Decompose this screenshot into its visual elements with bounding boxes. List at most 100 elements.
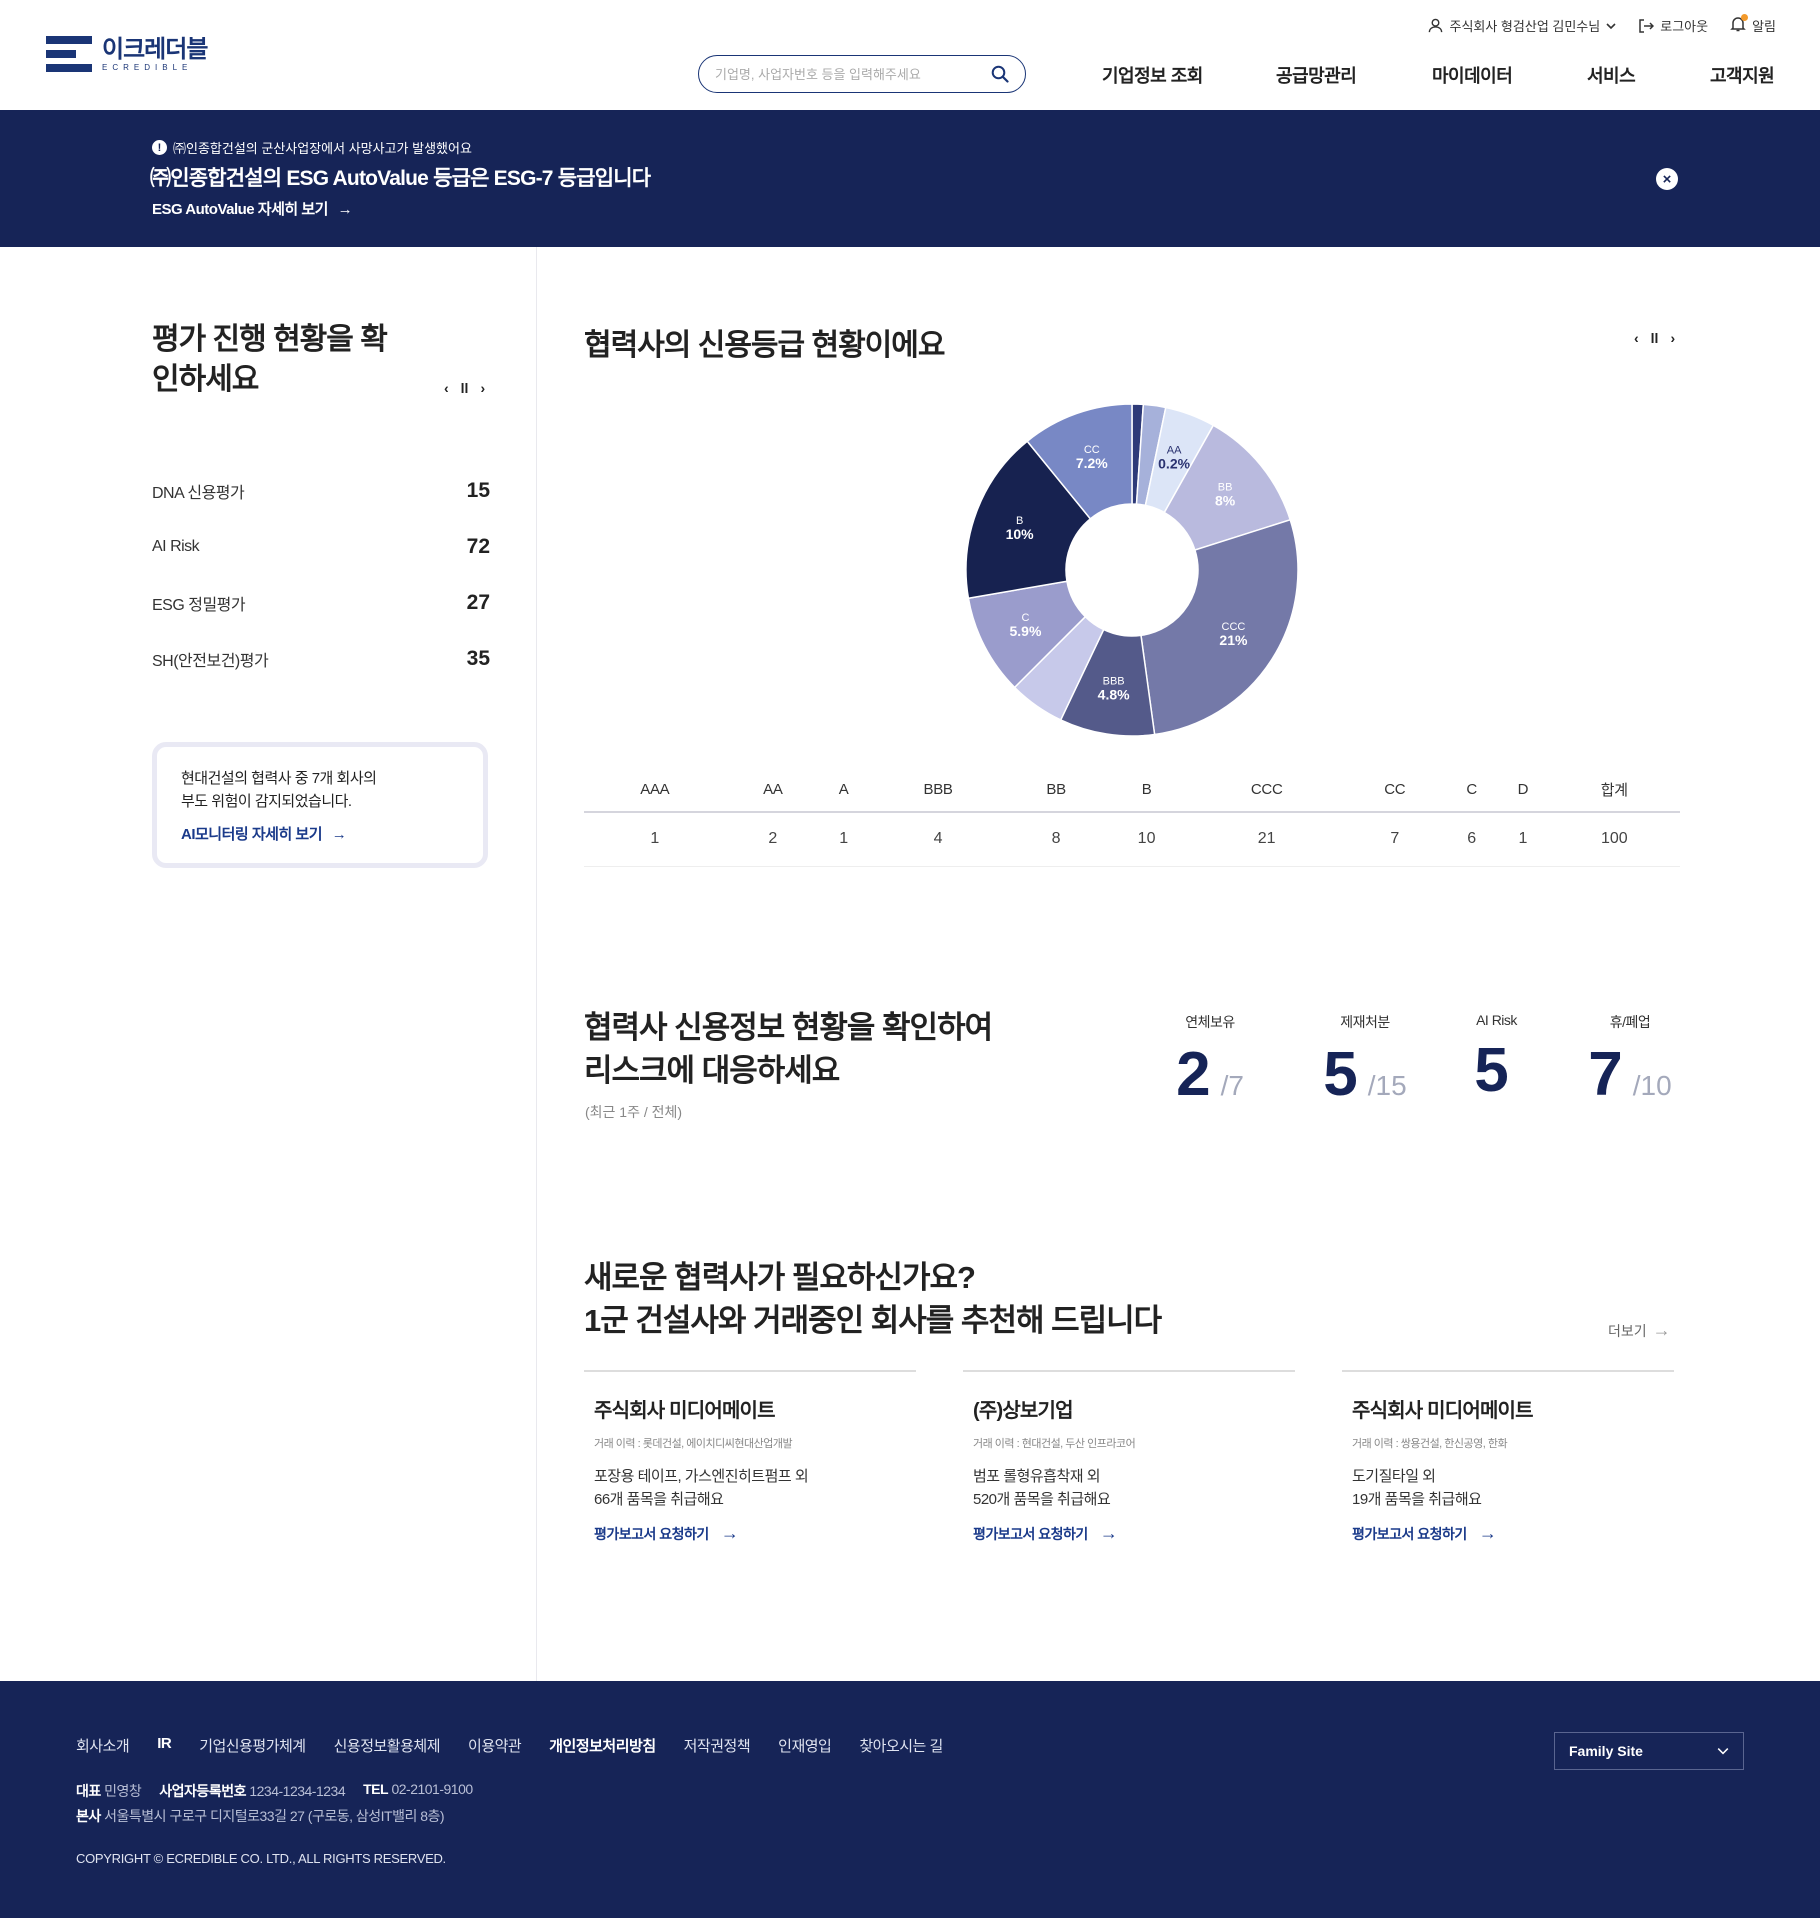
eval-value: 27: [466, 591, 490, 614]
close-icon[interactable]: ×: [1656, 168, 1678, 190]
nav-company-info[interactable]: 기업정보 조회: [1102, 62, 1203, 88]
stat-label: 연체보유: [1185, 1014, 1235, 1030]
ai-monitoring-link[interactable]: AI모니터링 자세히 보기 →: [181, 823, 459, 844]
stat-overdue[interactable]: 연체보유 2 /7: [1150, 1012, 1270, 1106]
banner-link[interactable]: ESG AutoValue 자세히 보기 →: [152, 198, 353, 219]
logout-button[interactable]: 로그아웃: [1638, 16, 1708, 35]
desc-line: 도기질타일 외: [1352, 1468, 1436, 1485]
footer-link-ir[interactable]: IR: [157, 1735, 172, 1756]
grade-table-header: AAA AA A BBB BB B CCC CC C D 합계: [584, 768, 1680, 813]
arrow-right-icon: →: [1478, 1523, 1497, 1543]
pause-icon[interactable]: ll: [1651, 330, 1659, 346]
arrow-right-icon: →: [331, 826, 347, 843]
table-cell: 1: [1497, 812, 1549, 867]
footer-link-terms[interactable]: 이용약관: [468, 1735, 522, 1756]
arrow-right-icon: →: [1652, 1320, 1671, 1340]
search-icon[interactable]: [991, 65, 1009, 83]
ceo-name: 민영창: [104, 1783, 142, 1799]
family-site-select[interactable]: Family Site: [1554, 1732, 1744, 1770]
table-cell: 1: [584, 812, 726, 867]
list-item[interactable]: ESG 정밀평가 27: [152, 575, 490, 631]
request-report-label: 평가보고서 요청하기: [973, 1525, 1088, 1542]
company-name[interactable]: 주식회사 미디어메이트: [1352, 1394, 1664, 1423]
credit-subtitle: (최근 1주 / 전체): [585, 1104, 683, 1120]
trade-history: 거래 이력 : 현대건설, 두산 인프라코어: [973, 1438, 1136, 1450]
banner-notice: ! ㈜인종합건설의 군산사업장에서 사망사고가 발생했어요: [152, 138, 472, 157]
table-cell: 1: [820, 812, 868, 867]
request-report-link[interactable]: 평가보고서 요청하기 →: [1352, 1523, 1664, 1544]
table-header-cell: A: [820, 768, 868, 813]
table-header-cell: AAA: [584, 768, 726, 813]
pause-icon[interactable]: ll: [461, 380, 469, 396]
table-header-cell: BB: [1008, 768, 1104, 813]
request-report-link[interactable]: 평가보고서 요청하기 →: [594, 1523, 906, 1544]
user-menu[interactable]: 주식회사 형검산업 김민수님: [1428, 16, 1616, 35]
arrow-right-icon: →: [720, 1523, 739, 1543]
nav-support[interactable]: 고객지원: [1710, 62, 1775, 88]
stat-sanction[interactable]: 제재처분 5 /15: [1305, 1012, 1425, 1106]
pie-value-label: 5.9%: [1009, 623, 1041, 639]
footer-link-careers[interactable]: 인재영입: [778, 1735, 832, 1756]
list-item[interactable]: AI Risk 72: [152, 519, 490, 575]
recommend-title-line: 1군 건설사와 거래중인 회사를 추천해 드립니다: [584, 1303, 1162, 1338]
user-name: 주식회사 형검산업 김민수님: [1449, 19, 1601, 34]
recommend-title: 새로운 협력사가 필요하신가요? 1군 건설사와 거래중인 회사를 추천해 드립…: [584, 1256, 1162, 1342]
table-cell: 21: [1189, 812, 1344, 867]
search-input[interactable]: [715, 66, 991, 82]
footer-address: 본사 서울특별시 구로구 디지털로33길 27 (구로동, 삼성IT밸리 8층): [76, 1806, 445, 1826]
ceo-label: 대표: [76, 1783, 101, 1799]
info-icon: !: [152, 140, 167, 155]
notice-banner: ! ㈜인종합건설의 군산사업장에서 사망사고가 발생했어요 ㈜인종합건설의 ES…: [0, 110, 1820, 247]
tel-number: 02-2101-9100: [391, 1781, 473, 1797]
recommend-card: 주식회사 미디어메이트 거래 이력 : 롯데건설, 에이치디씨현대산업개발 포장…: [584, 1370, 916, 1566]
chevron-left-icon[interactable]: ‹: [1634, 330, 1639, 346]
table-cell: 8: [1008, 812, 1104, 867]
footer-link-credit-usage[interactable]: 신용정보활용체제: [334, 1735, 441, 1756]
footer-link-rating-system[interactable]: 기업신용평가체계: [199, 1735, 306, 1756]
stat-value: 5: [1474, 1036, 1509, 1105]
chevron-down-icon: [1717, 1748, 1729, 1755]
stat-label: AI Risk: [1476, 1012, 1517, 1028]
alert-button[interactable]: 알림: [1730, 14, 1776, 35]
more-link[interactable]: 더보기 →: [1608, 1320, 1671, 1341]
stat-value: 5: [1323, 1040, 1358, 1109]
footer-link-about[interactable]: 회사소개: [76, 1735, 130, 1756]
stat-total: /10: [1632, 1070, 1672, 1101]
nav-mydata[interactable]: 마이데이터: [1432, 62, 1513, 88]
nav-service[interactable]: 서비스: [1587, 62, 1636, 88]
biz-number: 1234-1234-1234: [249, 1783, 346, 1799]
address-label: 본사: [76, 1808, 101, 1824]
eval-list: DNA 신용평가 15 AI Risk 72 ESG 정밀평가 27 SH(안전…: [152, 463, 490, 687]
column-divider: [536, 247, 537, 1681]
table-row: 1 2 1 4 8 10 21 7 6 1 100: [584, 812, 1680, 867]
credit-title-line: 리스크에 대응하세요: [584, 1053, 840, 1088]
desc-line: 66개 품목을 취급해요: [594, 1491, 724, 1508]
pie-value-label: 10%: [1006, 526, 1035, 542]
list-item[interactable]: SH(안전보건)평가 35: [152, 631, 490, 687]
footer-link-copyright-policy[interactable]: 저작권정책: [684, 1735, 751, 1756]
arrow-right-icon: →: [1099, 1523, 1118, 1543]
pie-slice-ccc[interactable]: [1140, 518, 1299, 736]
chevron-right-icon[interactable]: ›: [480, 380, 485, 396]
nav-supply-chain[interactable]: 공급망관리: [1276, 62, 1357, 88]
stat-value: 2: [1176, 1040, 1211, 1109]
request-report-link[interactable]: 평가보고서 요청하기 →: [973, 1523, 1285, 1544]
eval-label: DNA 신용평가: [152, 485, 245, 502]
table-cell: 10: [1103, 812, 1190, 867]
footer-link-directions[interactable]: 찾아오시는 길: [859, 1735, 943, 1756]
company-name[interactable]: (주)상보기업: [973, 1394, 1285, 1423]
logo[interactable]: 이크레더블 ECREDIBLE: [46, 34, 208, 74]
alert-label: 알림: [1752, 19, 1776, 34]
desc-line: 520개 품목을 취급해요: [973, 1491, 1111, 1508]
table-header-cell: BBB: [867, 768, 1009, 813]
list-item[interactable]: DNA 신용평가 15: [152, 463, 490, 519]
chevron-left-icon[interactable]: ‹: [444, 380, 449, 396]
alert-text-line: 부도 위험이 감지되었습니다.: [181, 793, 352, 810]
chevron-right-icon[interactable]: ›: [1670, 330, 1675, 346]
company-name[interactable]: 주식회사 미디어메이트: [594, 1394, 906, 1423]
stat-closure[interactable]: 휴/폐업 7 /10: [1570, 1012, 1690, 1106]
eval-value: 35: [466, 647, 490, 670]
stat-ai-risk[interactable]: AI Risk 5: [1454, 1012, 1539, 1102]
logout-label: 로그아웃: [1660, 19, 1709, 34]
footer-link-privacy[interactable]: 개인정보처리방침: [549, 1735, 656, 1756]
